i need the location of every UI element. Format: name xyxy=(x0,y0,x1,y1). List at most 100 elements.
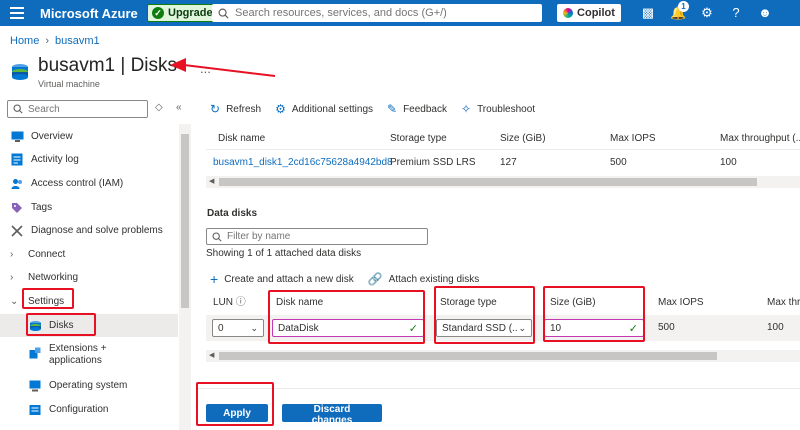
os-disk-size: 127 xyxy=(500,157,517,168)
attach-link-icon: 🔗 xyxy=(367,272,383,286)
column-header: Max throughput (... xyxy=(720,133,800,144)
copilot-button[interactable]: Copilot xyxy=(557,4,621,22)
feedback-label: Feedback xyxy=(403,103,447,115)
scrollbar-thumb[interactable] xyxy=(219,178,757,186)
collapse-sidebar-icon[interactable]: « xyxy=(176,102,182,113)
sidebar-item-overview[interactable]: Overview xyxy=(0,125,178,148)
os-disk-storage-type: Premium SSD LRS xyxy=(390,157,476,168)
footer-divider xyxy=(196,388,800,389)
info-icon[interactable]: ⓘ xyxy=(236,297,246,308)
os-icon xyxy=(28,379,42,393)
attach-existing-disks-button[interactable]: 🔗 Attach existing disks xyxy=(368,270,480,288)
data-disk-horizontal-scrollbar[interactable]: ◀ xyxy=(206,350,800,362)
sidebar-search[interactable] xyxy=(7,100,148,118)
feedback-button[interactable]: ✎ Feedback xyxy=(387,100,447,118)
extensions-label-wrap: Extensions + applications xyxy=(49,343,107,367)
size-value: 10 xyxy=(550,322,562,334)
lun-select[interactable]: 0 ⌄ xyxy=(212,319,264,337)
create-attach-disk-button[interactable]: + Create and attach a new disk xyxy=(210,270,354,288)
column-header: Max IOPS xyxy=(610,133,656,144)
page-title: busavm1 | Disks xyxy=(38,55,178,76)
sidebar-item-disks[interactable]: Disks xyxy=(0,314,178,337)
chevron-right-icon: › xyxy=(10,249,14,260)
scrollbar-thumb[interactable] xyxy=(219,352,717,360)
command-bar: ↻ Refresh ⚙ Additional settings ✎ Feedba… xyxy=(210,100,535,118)
cloud-shell-icon[interactable]: ▩ xyxy=(640,5,656,21)
sidebar-item-label: Disks xyxy=(49,320,74,331)
upgrade-button[interactable]: ✓ Upgrade xyxy=(147,4,220,22)
chevron-right-icon: › xyxy=(10,272,14,283)
sidebar-item-label: Extensions + xyxy=(49,343,107,354)
page-subtitle: Virtual machine xyxy=(38,79,100,89)
column-header: LUN xyxy=(213,297,234,308)
sidebar-item-settings[interactable]: ⌄ Settings xyxy=(0,290,178,313)
sidebar-item-networking[interactable]: › Networking xyxy=(0,266,178,289)
size-input[interactable]: 10 ✓ xyxy=(544,319,644,337)
top-navigation-bar: Microsoft Azure ✓ Upgrade Copilot ▩ 🔔 1 … xyxy=(0,0,800,26)
sidebar-item-label-line2: applications xyxy=(49,355,102,366)
checkmark-icon: ✓ xyxy=(628,322,638,335)
sidebar-item-label: Access control (IAM) xyxy=(31,178,124,189)
data-disk-grid-header: LUN ⓘ Disk name Storage type Size (GiB) … xyxy=(206,291,800,315)
sidebar-item-connect[interactable]: › Connect xyxy=(0,243,178,266)
help-icon[interactable]: ? xyxy=(728,5,744,21)
sidebar-item-activity-log[interactable]: Activity log xyxy=(0,148,178,171)
global-search-input[interactable] xyxy=(235,7,535,19)
sidebar-item-extensions[interactable]: Extensions + applications xyxy=(0,343,178,373)
checkmark-icon: ✓ xyxy=(408,322,418,335)
storage-type-value: Standard SSD (... xyxy=(442,322,519,334)
additional-settings-button[interactable]: ⚙ Additional settings xyxy=(275,100,373,118)
red-arrow-annotation xyxy=(170,58,276,77)
refresh-label: Refresh xyxy=(226,103,262,115)
search-icon xyxy=(218,8,229,19)
os-disk-horizontal-scrollbar[interactable]: ◀ xyxy=(206,176,800,188)
global-search[interactable] xyxy=(212,4,542,22)
sidebar-item-diagnose[interactable]: Diagnose and solve problems xyxy=(0,219,178,242)
sidebar-item-tags[interactable]: Tags xyxy=(0,196,178,219)
sidebar-scrollbar[interactable] xyxy=(179,124,191,430)
gear-icon: ⚙ xyxy=(275,102,286,116)
sidebar-item-operating-system[interactable]: Operating system xyxy=(0,374,178,397)
discard-changes-button[interactable]: Discard changes xyxy=(282,404,382,426)
apply-button[interactable]: Apply xyxy=(206,404,268,422)
filter-input[interactable] xyxy=(227,231,417,242)
feedback-person-icon[interactable]: ☻ xyxy=(757,5,773,21)
troubleshoot-label: Troubleshoot xyxy=(477,103,536,115)
os-disk-name-link[interactable]: busavm1_disk1_2cd16c75628a4942bd8 xyxy=(213,152,393,174)
brand-title[interactable]: Microsoft Azure xyxy=(40,6,138,21)
refresh-button[interactable]: ↻ Refresh xyxy=(210,100,261,118)
sidebar-item-label: Tags xyxy=(31,202,53,213)
storage-type-select[interactable]: Standard SSD (... ⌄ xyxy=(436,319,532,337)
sidebar-item-configuration[interactable]: Configuration xyxy=(0,398,178,421)
scrollbar-thumb[interactable] xyxy=(181,134,189,308)
disk-name-input[interactable]: DataDisk ✓ xyxy=(272,319,424,337)
chevron-right-icon: › xyxy=(45,35,50,47)
settings-gear-icon[interactable]: ⚙ xyxy=(699,5,715,21)
os-disk-max-throughput: 100 xyxy=(720,157,737,168)
additional-settings-label: Additional settings xyxy=(291,103,374,115)
search-icon xyxy=(212,231,222,242)
sidebar-expand-icon[interactable]: ◇ xyxy=(155,102,163,113)
filter-by-name[interactable] xyxy=(206,228,428,245)
config-icon xyxy=(28,403,42,417)
log-icon xyxy=(10,153,24,167)
scroll-left-icon[interactable]: ◀ xyxy=(209,176,214,188)
breadcrumb-vm[interactable]: busavm1 xyxy=(55,35,100,47)
sidebar-item-label: Networking xyxy=(28,272,79,283)
attach-existing-label: Attach existing disks xyxy=(388,273,480,285)
menu-icon[interactable] xyxy=(10,7,24,19)
search-icon xyxy=(13,104,23,114)
plus-icon: + xyxy=(210,271,219,287)
troubleshoot-button[interactable]: ✧ Troubleshoot xyxy=(461,100,535,118)
data-disk-actions: + Create and attach a new disk 🔗 Attach … xyxy=(210,270,479,288)
sidebar-item-label: Diagnose and solve problems xyxy=(31,225,163,236)
breadcrumb-home[interactable]: Home xyxy=(10,35,39,47)
create-attach-label: Create and attach a new disk xyxy=(224,273,354,285)
scroll-left-icon[interactable]: ◀ xyxy=(209,350,214,362)
column-header: Size (GiB) xyxy=(550,297,596,308)
tag-icon xyxy=(10,201,24,215)
column-header: Storage type xyxy=(440,297,497,308)
sidebar-search-input[interactable] xyxy=(28,103,138,115)
sidebar-item-access-control[interactable]: Access control (IAM) xyxy=(0,172,178,195)
os-disk-row: busavm1_disk1_2cd16c75628a4942bd8 Premiu… xyxy=(206,151,800,175)
